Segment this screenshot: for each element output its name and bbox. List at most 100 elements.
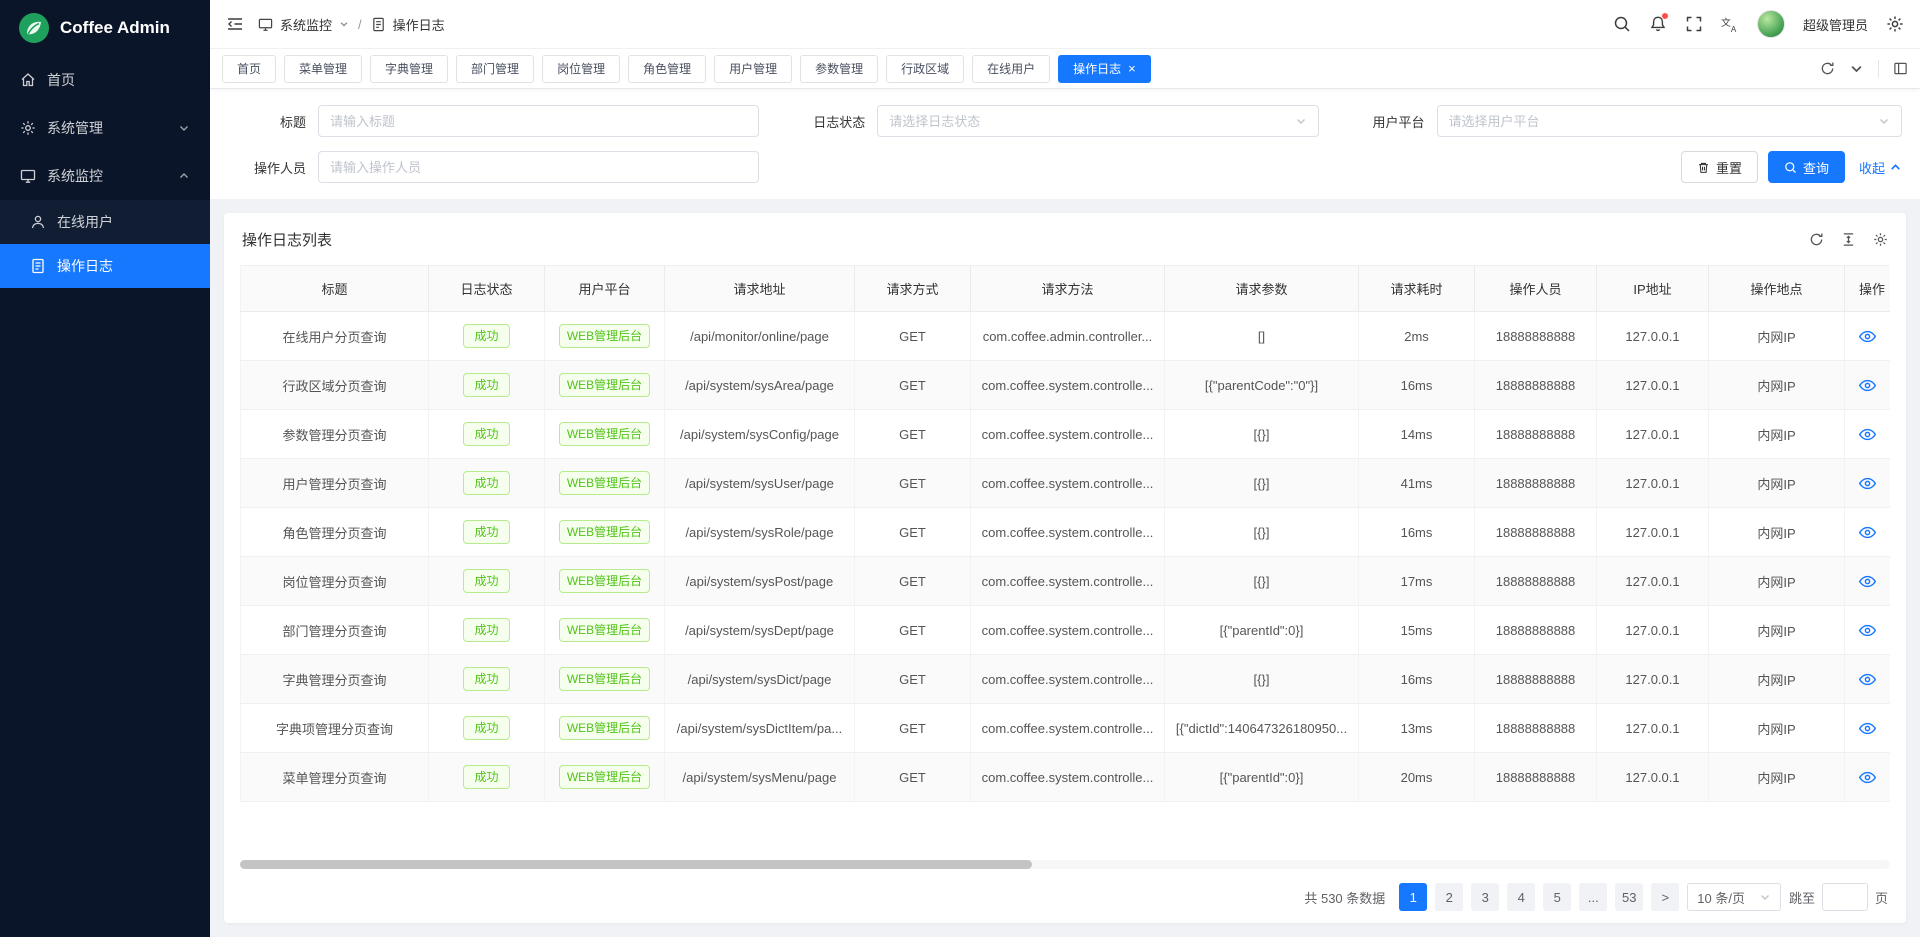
- sidebar-item-label: 系统管理: [47, 118, 103, 138]
- status-badge: 成功: [463, 422, 509, 447]
- next-page-button[interactable]: >: [1651, 883, 1679, 911]
- cell-time: 15ms: [1359, 606, 1475, 655]
- sidebar-collapse-icon[interactable]: [226, 15, 244, 33]
- reset-button[interactable]: 重置: [1681, 151, 1758, 183]
- column-header: 用户平台: [545, 266, 665, 312]
- page-button[interactable]: 5: [1543, 883, 1571, 911]
- settings-gear-icon[interactable]: [1886, 15, 1904, 33]
- refresh-icon[interactable]: [1820, 61, 1835, 76]
- notification-bell-icon[interactable]: [1649, 15, 1667, 33]
- chevron-down-icon[interactable]: [339, 19, 349, 29]
- fullscreen-icon[interactable]: [1685, 15, 1703, 33]
- view-detail-eye-icon[interactable]: [1859, 622, 1876, 639]
- status-badge: 成功: [463, 569, 509, 594]
- scrollbar-thumb[interactable]: [240, 860, 1032, 869]
- table-row: 在线用户分页查询成功WEB管理后台/api/monitor/online/pag…: [241, 312, 1891, 361]
- view-detail-eye-icon[interactable]: [1859, 671, 1876, 688]
- tab-item[interactable]: 部门管理: [456, 55, 534, 83]
- filter-status-group: 日志状态: [785, 105, 1344, 137]
- collapse-filters-button[interactable]: 收起: [1859, 158, 1902, 177]
- cell-operator: 18888888888: [1475, 704, 1597, 753]
- page-size-select[interactable]: 10 条/页: [1687, 883, 1781, 911]
- layout-panel-icon[interactable]: [1893, 61, 1908, 76]
- tab-item[interactable]: 在线用户: [972, 55, 1050, 83]
- sidebar-item-online-users[interactable]: 在线用户: [0, 200, 210, 244]
- cell-location: 内网IP: [1709, 606, 1845, 655]
- cell-ip: 127.0.0.1: [1597, 361, 1709, 410]
- page-button[interactable]: 3: [1471, 883, 1499, 911]
- sidebar-item-system-management[interactable]: 系统管理: [0, 104, 210, 152]
- page-button[interactable]: 1: [1399, 883, 1427, 911]
- content-area: 操作日志列表: [210, 199, 1920, 937]
- page-ellipsis[interactable]: ...: [1579, 883, 1607, 911]
- cell-platform: WEB管理后台: [545, 410, 665, 459]
- platform-select[interactable]: [1437, 105, 1902, 137]
- filter-title-group: 标题: [226, 105, 785, 137]
- cell-platform: WEB管理后台: [545, 361, 665, 410]
- logo[interactable]: Coffee Admin: [0, 0, 210, 56]
- search-icon: [1784, 161, 1797, 174]
- tab-item[interactable]: 岗位管理: [542, 55, 620, 83]
- cell-location: 内网IP: [1709, 508, 1845, 557]
- page-list: 12345... 53: [1399, 883, 1643, 911]
- cell-title: 角色管理分页查询: [241, 508, 429, 557]
- cell-time: 13ms: [1359, 704, 1475, 753]
- sidebar-item-operation-logs[interactable]: 操作日志: [0, 244, 210, 288]
- tab-bar: 首页菜单管理字典管理部门管理岗位管理角色管理用户管理参数管理行政区域在线用户操作…: [210, 48, 1920, 88]
- avatar[interactable]: [1757, 10, 1785, 38]
- tab-item[interactable]: 字典管理: [370, 55, 448, 83]
- tab-item[interactable]: 菜单管理: [284, 55, 362, 83]
- status-badge: 成功: [463, 765, 509, 790]
- status-badge: 成功: [463, 373, 509, 398]
- view-detail-eye-icon[interactable]: [1859, 475, 1876, 492]
- view-detail-eye-icon[interactable]: [1859, 769, 1876, 786]
- view-detail-eye-icon[interactable]: [1859, 377, 1876, 394]
- sidebar-item-system-monitor[interactable]: 系统监控: [0, 152, 210, 200]
- column-header: 标题: [241, 266, 429, 312]
- platform-select-input[interactable]: [1449, 114, 1872, 129]
- status-select[interactable]: [877, 105, 1318, 137]
- column-header: 请求耗时: [1359, 266, 1475, 312]
- cell-ip: 127.0.0.1: [1597, 655, 1709, 704]
- tab-item[interactable]: 行政区域: [886, 55, 964, 83]
- collapse-label: 收起: [1859, 158, 1885, 177]
- tab-item[interactable]: 用户管理: [714, 55, 792, 83]
- operator-input-wrap: [318, 151, 759, 183]
- refresh-icon[interactable]: [1809, 232, 1824, 247]
- chevron-down-icon[interactable]: [1849, 61, 1864, 76]
- tab-item[interactable]: 参数管理: [800, 55, 878, 83]
- tab-item[interactable]: 首页: [222, 55, 276, 83]
- row-density-icon[interactable]: [1841, 232, 1856, 247]
- sidebar: Coffee Admin 首页 系统管理: [0, 0, 210, 937]
- view-detail-eye-icon[interactable]: [1859, 328, 1876, 345]
- page-button[interactable]: 4: [1507, 883, 1535, 911]
- filter-status-label: 日志状态: [785, 112, 877, 131]
- page-button[interactable]: 2: [1435, 883, 1463, 911]
- cell-time: 20ms: [1359, 753, 1475, 802]
- view-detail-eye-icon[interactable]: [1859, 720, 1876, 737]
- tab-close-icon[interactable]: ×: [1128, 62, 1136, 75]
- view-detail-eye-icon[interactable]: [1859, 426, 1876, 443]
- operator-input[interactable]: [330, 160, 747, 175]
- cell-status: 成功: [429, 410, 545, 459]
- status-select-input[interactable]: [889, 114, 1288, 129]
- horizontal-scrollbar[interactable]: [240, 860, 1890, 869]
- title-input[interactable]: [330, 114, 747, 129]
- tab-item[interactable]: 操作日志×: [1058, 55, 1151, 83]
- tab-item[interactable]: 角色管理: [628, 55, 706, 83]
- jump-page-input[interactable]: [1822, 883, 1868, 911]
- search-icon[interactable]: [1613, 15, 1631, 33]
- cell-url: /api/system/sysDept/page: [665, 606, 855, 655]
- username[interactable]: 超级管理员: [1803, 15, 1868, 34]
- cell-func: com.coffee.system.controlle...: [971, 704, 1165, 753]
- view-detail-eye-icon[interactable]: [1859, 573, 1876, 590]
- search-button[interactable]: 查询: [1768, 151, 1845, 183]
- page-button[interactable]: 53: [1615, 883, 1643, 911]
- cell-time: 16ms: [1359, 508, 1475, 557]
- translate-icon[interactable]: 文A: [1721, 15, 1739, 33]
- user-icon: [30, 214, 46, 230]
- sidebar-item-home[interactable]: 首页: [0, 56, 210, 104]
- breadcrumb-parent[interactable]: 系统监控: [280, 15, 332, 34]
- column-settings-gear-icon[interactable]: [1873, 232, 1888, 247]
- view-detail-eye-icon[interactable]: [1859, 524, 1876, 541]
